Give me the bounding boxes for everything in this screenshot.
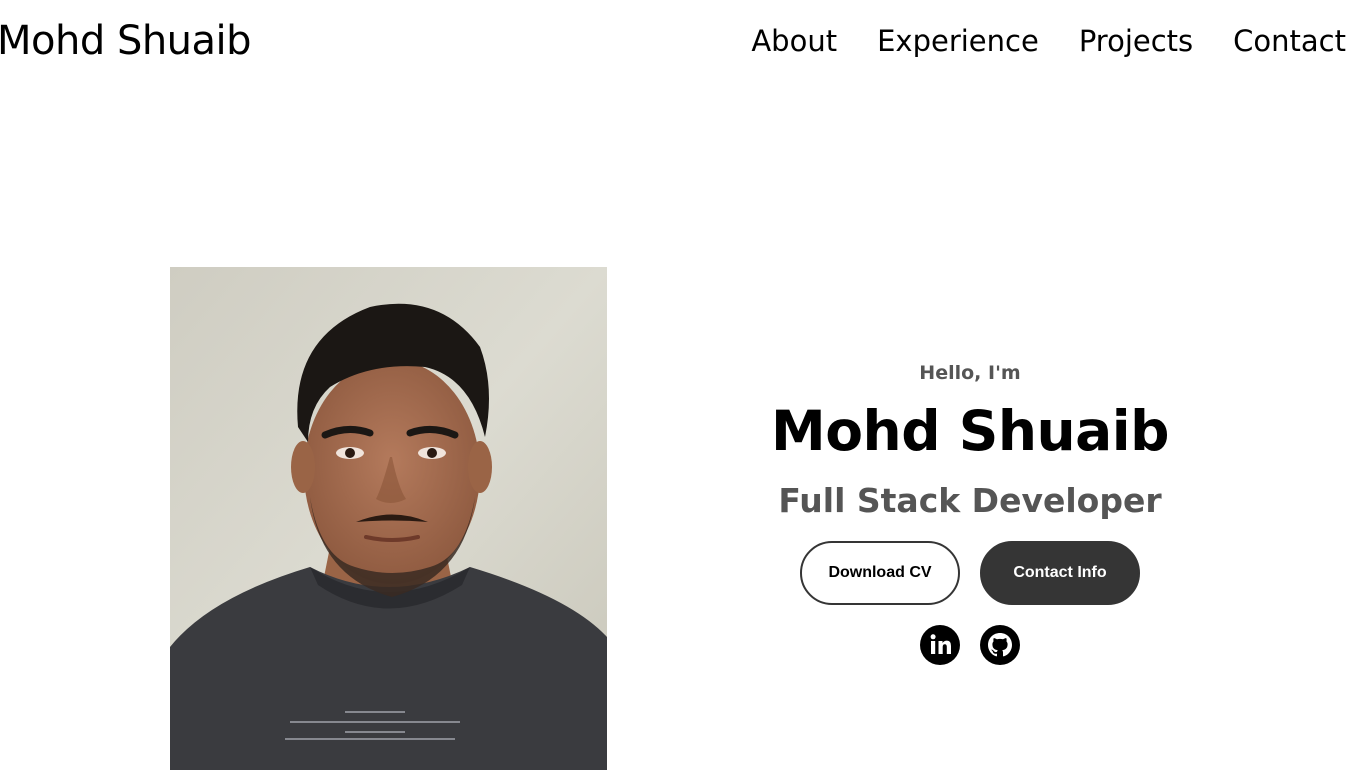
nav-item-about: About bbox=[751, 22, 837, 60]
github-icon[interactable] bbox=[980, 625, 1020, 665]
contact-info-button[interactable]: Contact Info bbox=[980, 541, 1140, 605]
nav-link-about[interactable]: About bbox=[751, 24, 837, 58]
nav-link-projects[interactable]: Projects bbox=[1079, 24, 1193, 58]
nav-link-contact[interactable]: Contact bbox=[1233, 24, 1346, 58]
nav-item-contact: Contact bbox=[1233, 22, 1346, 60]
hero-section: Hello, I'm Mohd Shuaib Full Stack Develo… bbox=[770, 355, 1170, 665]
site-logo[interactable]: Mohd Shuaib bbox=[0, 16, 252, 66]
nav-link-experience[interactable]: Experience bbox=[877, 24, 1039, 58]
linkedin-icon[interactable] bbox=[920, 625, 960, 665]
social-links bbox=[770, 625, 1170, 665]
nav-item-projects: Projects bbox=[1079, 22, 1193, 60]
download-cv-button[interactable]: Download CV bbox=[800, 541, 960, 605]
hero-name: Mohd Shuaib bbox=[771, 399, 1169, 463]
nav-item-experience: Experience bbox=[877, 22, 1039, 60]
greeting-text: Hello, I'm bbox=[919, 362, 1021, 384]
site-header: Mohd Shuaib About Experience Projects Co… bbox=[0, 0, 1348, 82]
nav-links: About Experience Projects Contact bbox=[751, 22, 1346, 60]
profile-photo bbox=[170, 267, 607, 770]
hero-buttons: Download CV Contact Info bbox=[770, 541, 1170, 605]
hero-title: Full Stack Developer bbox=[778, 481, 1162, 520]
